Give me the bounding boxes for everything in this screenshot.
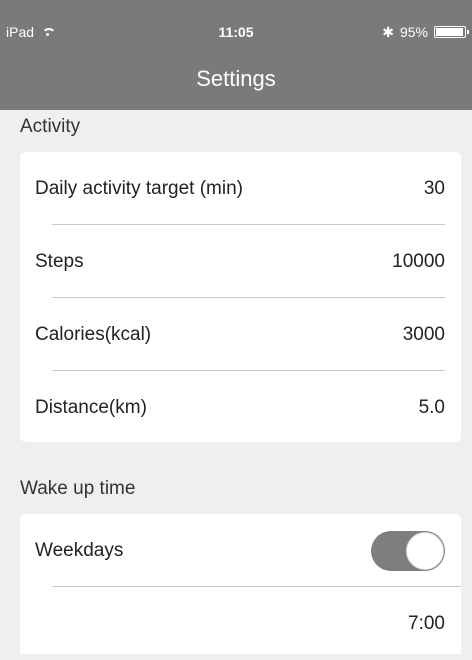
row-value: 5.0 <box>418 396 445 418</box>
row-label: Steps <box>35 250 84 272</box>
row-label: Calories(kcal) <box>35 323 152 345</box>
toggle-knob <box>406 531 444 570</box>
row-steps[interactable]: Steps 10000 <box>20 225 461 298</box>
battery-icon <box>434 26 469 38</box>
row-weekdays-time[interactable]: 7:00 <box>20 587 461 660</box>
row-weekdays: Weekdays <box>20 514 461 587</box>
row-label: Weekdays <box>35 539 124 561</box>
row-value: 30 <box>423 177 445 199</box>
row-distance[interactable]: Distance(km) 5.0 <box>20 371 461 444</box>
activity-card: Daily activity target (min) 30 Steps 100… <box>20 152 461 442</box>
row-calories[interactable]: Calories(kcal) 3000 <box>20 298 461 371</box>
wake-up-card: Weekdays 7:00 <box>20 514 461 654</box>
row-daily-activity-target[interactable]: Daily activity target (min) 30 <box>20 152 461 225</box>
section-title-activity: Activity <box>20 116 81 137</box>
row-label: Daily activity target (min) <box>35 177 243 199</box>
battery-percent: 95% <box>399 24 428 40</box>
page-title: Settings <box>196 66 276 91</box>
weekdays-toggle[interactable] <box>371 530 445 571</box>
top-bar: iPad 11:05 ✱ 95% Settings <box>0 0 472 110</box>
section-title-wake-up-time: Wake up time <box>20 478 136 499</box>
status-right: ✱ 95% <box>382 24 469 40</box>
row-value: 10000 <box>392 250 445 272</box>
weekdays-time-value: 7:00 <box>408 612 445 634</box>
row-label: Distance(km) <box>35 396 147 418</box>
battery-fill <box>436 28 463 36</box>
status-bar: iPad 11:05 ✱ 95% <box>0 18 472 44</box>
bluetooth-icon: ✱ <box>382 24 394 40</box>
row-value: 3000 <box>402 323 445 345</box>
